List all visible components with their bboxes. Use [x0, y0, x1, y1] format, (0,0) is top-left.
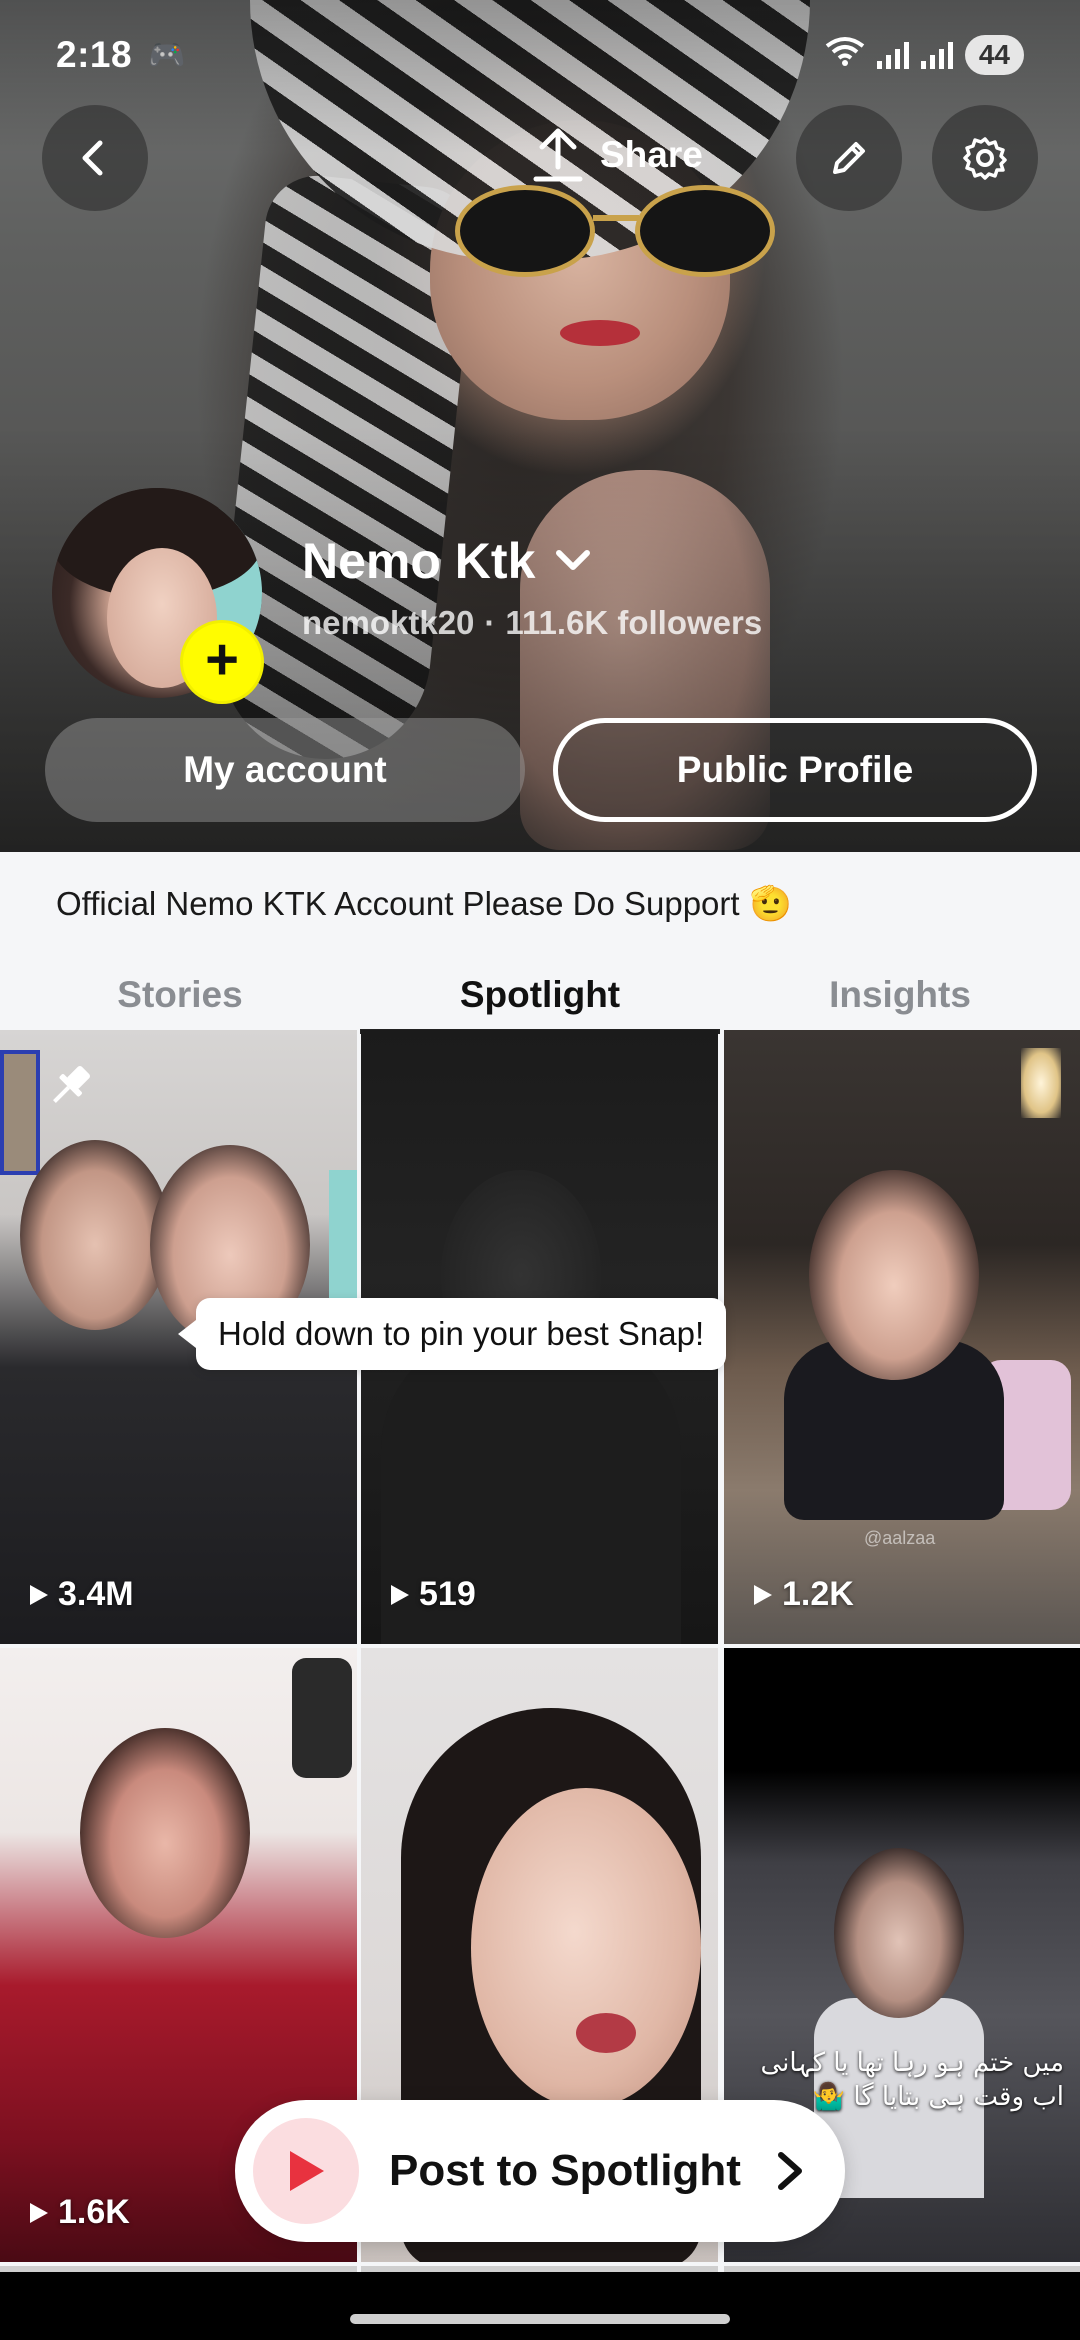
view-count: 3.4M — [28, 1575, 134, 1614]
pin-icon[interactable] — [42, 1058, 98, 1114]
upload-icon — [533, 128, 583, 182]
plus-icon: + — [205, 627, 239, 692]
play-icon — [30, 1584, 48, 1605]
play-icon — [754, 1584, 772, 1605]
salute-emoji: 🫡 — [749, 885, 792, 923]
play-icon — [30, 2202, 48, 2223]
share-label: Share — [600, 134, 703, 175]
view-count: 519 — [389, 1575, 476, 1614]
play-button-icon — [253, 2118, 359, 2224]
settings-button[interactable] — [932, 105, 1038, 211]
followers-count: 111.6K followers — [505, 604, 763, 641]
edit-profile-button[interactable] — [796, 105, 902, 211]
pin-tooltip: Hold down to pin your best Snap! — [177, 1298, 727, 1370]
battery-indicator: 44 — [964, 35, 1024, 75]
gear-icon — [963, 137, 1007, 180]
view-count: 1.6K — [28, 2193, 130, 2232]
pencil-icon — [833, 142, 865, 174]
wifi-icon — [825, 36, 865, 74]
navigation-bar — [0, 2272, 1080, 2340]
play-icon — [290, 2151, 324, 2191]
bio: Official Nemo KTK Account Please Do Supp… — [56, 884, 792, 924]
display-name-row[interactable]: Nemo Ktk — [302, 532, 593, 590]
status-time: 2:18 — [56, 34, 133, 75]
display-name: Nemo Ktk — [302, 533, 536, 589]
watermark: @aalzaa — [864, 1528, 936, 1548]
spotlight-tile[interactable]: @aalzaa 1.2K — [724, 1030, 1080, 1644]
view-count: 1.2K — [752, 1575, 854, 1614]
post-to-spotlight-button[interactable]: Post to Spotlight — [235, 2100, 845, 2242]
profile-subtitle: nemoktk20 · 111.6K followers — [302, 604, 762, 642]
signal-icon — [876, 41, 909, 69]
status-bar: 2:18 🎮 44 — [0, 0, 1080, 110]
my-account-button[interactable]: My account — [45, 718, 525, 822]
username: nemoktk20 — [302, 604, 475, 641]
tab-insights[interactable]: Insights — [720, 962, 1080, 1028]
post-to-spotlight-label: Post to Spotlight — [389, 2146, 741, 2195]
add-story-button[interactable]: + — [180, 620, 264, 704]
chevron-left-icon — [82, 140, 103, 176]
bio-text: Official Nemo KTK Account Please Do Supp… — [56, 885, 740, 922]
public-profile-button[interactable]: Public Profile — [553, 718, 1037, 822]
back-button[interactable] — [42, 105, 148, 211]
separator: · — [484, 604, 496, 641]
status-icons: 44 — [825, 35, 1024, 75]
gamepad-icon: 🎮 — [148, 38, 186, 72]
signal-icon — [920, 41, 953, 69]
profile-tabs: Stories Spotlight Insights — [0, 962, 1080, 1034]
tab-stories[interactable]: Stories — [0, 962, 360, 1028]
play-icon — [391, 1584, 409, 1605]
chevron-right-icon — [778, 2152, 802, 2190]
share-button[interactable]: Share — [530, 120, 703, 190]
home-indicator[interactable] — [350, 2314, 730, 2324]
chevron-down-icon — [556, 550, 591, 570]
tab-spotlight[interactable]: Spotlight — [360, 962, 720, 1034]
